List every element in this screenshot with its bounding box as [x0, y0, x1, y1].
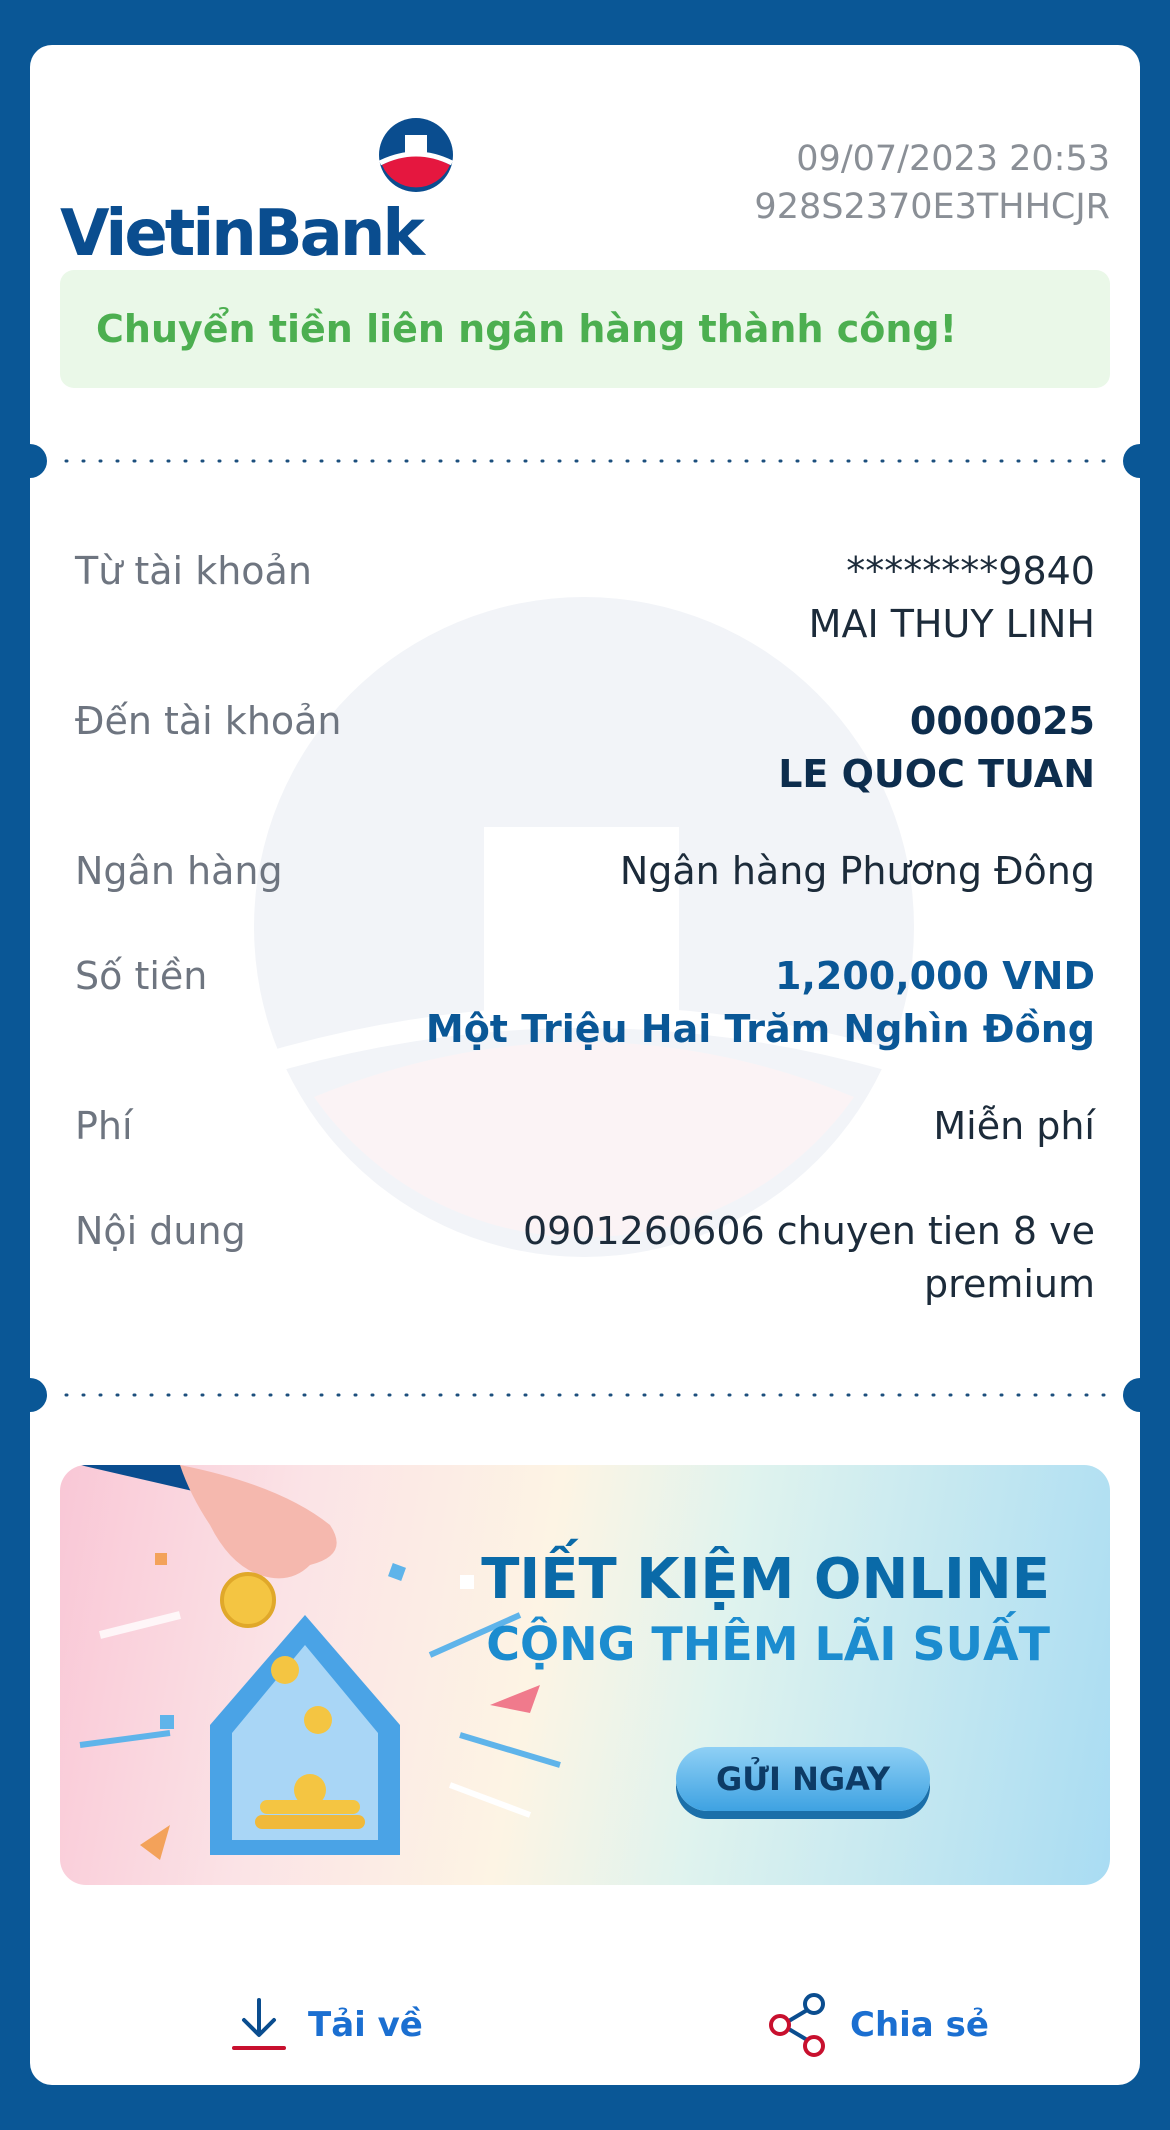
transaction-datetime: 09/07/2023 20:53 [796, 139, 1110, 179]
detail-label: Ngân hàng [75, 849, 283, 893]
amount-value: 1,200,000 VND [775, 954, 1095, 998]
to-account-number: 0000025 [909, 699, 1095, 743]
share-icon [769, 1993, 825, 2057]
logo-wordmark: VietinBank [60, 197, 425, 271]
detail-value: ********9840 MAI THUY LINH [809, 545, 1095, 651]
detail-row-bank: Ngân hàng Ngân hàng Phương Đông [75, 845, 1095, 900]
content-line-1: 0901260606 chuyen tien 8 ve [522, 1209, 1095, 1253]
download-button[interactable]: Tải về [230, 1985, 423, 2065]
share-label: Chia sẻ [850, 2005, 989, 2045]
detail-label: Số tiền [75, 954, 208, 998]
detail-label: Từ tài khoản [75, 549, 312, 593]
fee-value: Miễn phí [933, 1104, 1095, 1148]
detail-value: 0901260606 chuyen tien 8 ve premium [523, 1205, 1095, 1311]
amount-in-words: Một Triệu Hai Trăm Nghìn Đồng [425, 1007, 1095, 1051]
from-account-number: ********9840 [846, 549, 1095, 593]
detail-value: 0000025 LE QUOC TUAN [778, 695, 1095, 801]
detail-row-fee: Phí Miễn phí [75, 1100, 1095, 1155]
send-now-button[interactable]: GỬI NGAY [676, 1747, 930, 1811]
detail-label: Nội dung [75, 1209, 246, 1253]
ticket-notch-right [1123, 444, 1140, 478]
detail-value: Ngân hàng Phương Đông [620, 845, 1095, 898]
dotted-divider [64, 1393, 1112, 1397]
success-banner: Chuyển tiền liên ngân hàng thành công! [60, 270, 1110, 388]
ticket-notch-left [30, 444, 47, 478]
from-account-name: MAI THUY LINH [808, 602, 1095, 646]
content-line-2: premium [924, 1262, 1095, 1306]
promo-title-line-2: CỘNG THÊM LÃI SUẤT [486, 1617, 1050, 1671]
receipt-card: VietinBank 09/07/2023 20:53 928S2370E3TH… [30, 45, 1140, 2085]
download-label: Tải về [308, 2005, 423, 2045]
detail-row-amount: Số tiền 1,200,000 VND Một Triệu Hai Trăm… [75, 950, 1095, 1060]
detail-label: Đến tài khoản [75, 699, 342, 743]
piggy-house-illustration-icon [79, 1465, 561, 1860]
vietinbank-logo: VietinBank [60, 117, 460, 271]
savings-promo-banner[interactable]: TIẾT KIỆM ONLINE CỘNG THÊM LÃI SUẤT GỬI … [60, 1465, 1110, 1885]
detail-row-content: Nội dung 0901260606 chuyen tien 8 ve pre… [75, 1205, 1095, 1315]
ticket-notch-left [30, 1378, 47, 1412]
logo-mark-icon [378, 118, 454, 192]
download-icon [232, 1998, 286, 2050]
dotted-divider [64, 459, 1112, 463]
transaction-meta: 09/07/2023 20:53 928S2370E3THHCJR [754, 135, 1110, 231]
success-message: Chuyển tiền liên ngân hàng thành công! [96, 307, 957, 351]
promo-title: TIẾT KIỆM ONLINE CỘNG THÊM LÃI SUẤT [481, 1547, 1050, 1675]
ticket-notch-right [1123, 1378, 1140, 1412]
detail-label: Phí [75, 1104, 133, 1148]
detail-row-from-account: Từ tài khoản ********9840 MAI THUY LINH [75, 545, 1095, 655]
detail-value: Miễn phí [933, 1100, 1095, 1153]
promo-title-line-1: TIẾT KIỆM ONLINE [481, 1547, 1050, 1612]
detail-row-to-account: Đến tài khoản 0000025 LE QUOC TUAN [75, 695, 1095, 805]
to-account-name: LE QUOC TUAN [778, 752, 1095, 796]
share-button[interactable]: Chia sẻ [768, 1985, 989, 2065]
transaction-reference: 928S2370E3THHCJR [754, 187, 1110, 227]
bank-name: Ngân hàng Phương Đông [619, 849, 1095, 893]
detail-value: 1,200,000 VND Một Triệu Hai Trăm Nghìn Đ… [426, 950, 1095, 1056]
